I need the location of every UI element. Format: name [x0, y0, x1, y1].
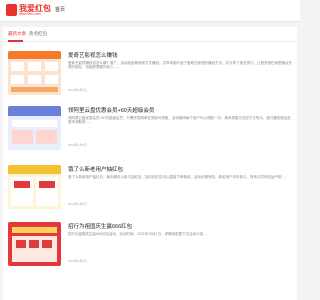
article-thumbnail[interactable] [8, 106, 61, 150]
article-item[interactable]: 招行为祖国庆生赢666红包 招行为祖国庆生赢666红包活动，活动时间：2021年… [8, 222, 296, 268]
site-logo[interactable]: 我爱红包 www.5hb.com [6, 3, 51, 19]
logo-subtitle: www.5hb.com [19, 12, 41, 16]
article-date: 2024年1月5日 [68, 143, 88, 147]
article-thumbnail[interactable] [8, 165, 61, 209]
active-tab-underline [8, 40, 23, 42]
article-title[interactable]: 爱奇艺影视怎么赚钱 [68, 51, 118, 59]
article-thumbnail-image [8, 51, 61, 95]
article-thumbnail[interactable] [8, 222, 61, 266]
tab-hot-red-envelopes[interactable]: 热点红包 [29, 31, 47, 37]
article-thumbnail-image [8, 165, 61, 209]
article-date: 2024年1月5日 [68, 202, 88, 206]
article-excerpt: 饿了么新老用户抽红包，每天都可以参与抽红包，抽中的红包可以直接下单使用，活动长期… [68, 175, 289, 179]
red-envelope-logo-icon [6, 4, 17, 16]
article-excerpt: 爱奇艺影视赚钱该怎么赚？推广、活动奖励等各种方式赚钱。文章详细介绍了爱奇艺影视的… [68, 61, 292, 70]
article-date: 2024年1月5日 [68, 88, 88, 92]
article-thumbnail-image [8, 106, 61, 150]
nav-home-link[interactable]: 首页 [55, 6, 65, 13]
tab-bar: 最新文章 热点红包 [3, 27, 297, 42]
article-title[interactable]: 招行为祖国庆生赢666红包 [68, 222, 132, 230]
article-item[interactable]: 爱奇艺影视怎么赚钱 爱奇艺影视赚钱该怎么赚？推广、活动奖励等各种方式赚钱。文章详… [8, 51, 296, 97]
article-date: 2024年1月5日 [68, 259, 88, 263]
article-title[interactable]: 饿了么新老用户抽红包 [68, 165, 123, 173]
article-excerpt: 领阿里云盘优惠会员+60天超级会员，只需完成简单任务即可领取，活动期间每个用户可… [68, 116, 291, 125]
article-excerpt: 招行为祖国庆生赢666红包活动，活动时间：2021年10月1日，详情请查看下文活… [68, 232, 210, 236]
article-thumbnail[interactable] [8, 51, 61, 95]
article-item[interactable]: 饿了么新老用户抽红包 饿了么新老用户抽红包，每天都可以参与抽红包，抽中的红包可以… [8, 165, 296, 211]
top-header: 我爱红包 www.5hb.com 首页 [0, 0, 300, 22]
article-item[interactable]: 领阿里云盘优惠会员+60天超级会员 领阿里云盘优惠会员+60天超级会员，只需完成… [8, 106, 296, 152]
article-thumbnail-image [8, 222, 61, 266]
article-list-card: 最新文章 热点红包 爱奇艺影视怎么赚钱 爱奇艺影视赚钱该怎么赚？推广、活动奖励等… [3, 27, 297, 300]
article-title[interactable]: 领阿里云盘优惠会员+60天超级会员 [68, 106, 154, 114]
tab-latest-articles[interactable]: 最新文章 [8, 31, 26, 37]
